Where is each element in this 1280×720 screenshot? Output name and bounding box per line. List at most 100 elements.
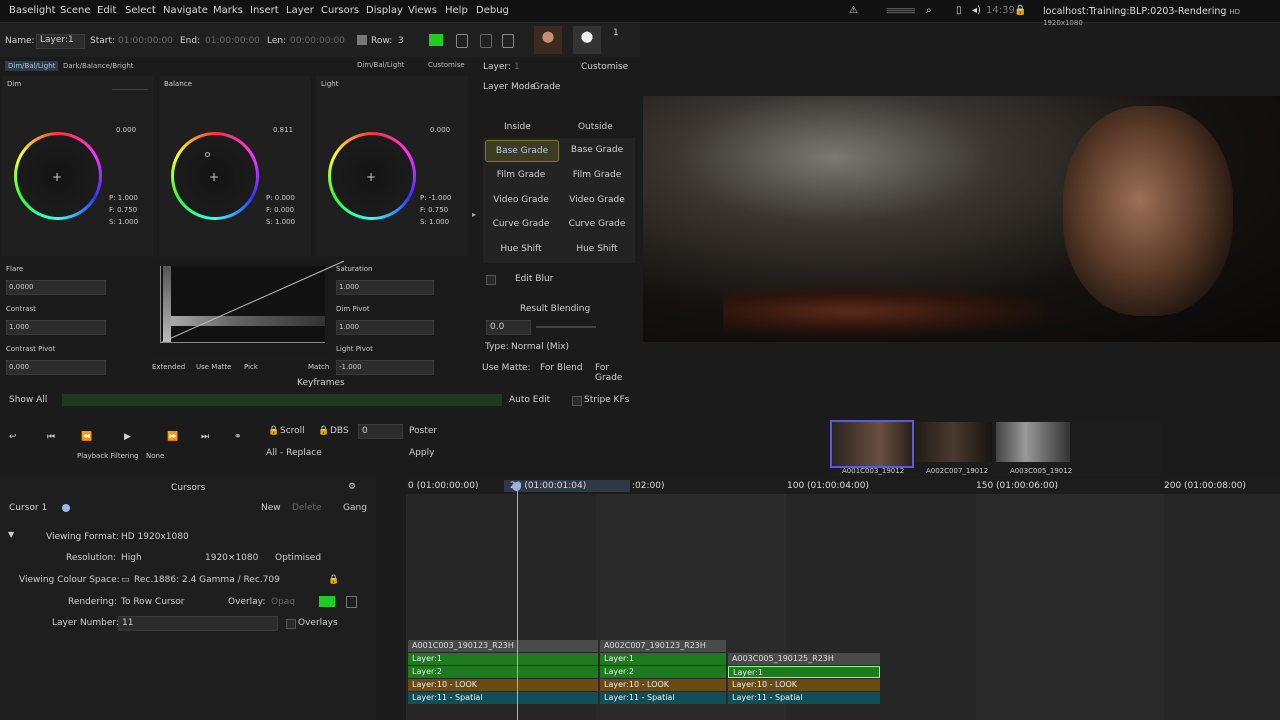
auto-edit-button[interactable]: Auto Edit: [509, 395, 550, 405]
menu-baselight[interactable]: Baselight: [9, 5, 56, 16]
shot-3-header[interactable]: A003C005_190125_R23H: [728, 653, 880, 665]
menu-scene[interactable]: Scene: [60, 5, 91, 16]
row-field[interactable]: 3: [398, 36, 404, 46]
new-cursor-button[interactable]: New: [261, 503, 281, 513]
last-frame-icon[interactable]: ⏭: [201, 432, 209, 442]
blend-value-field[interactable]: 0.0: [486, 320, 531, 335]
playback-filtering-dropdown[interactable]: None: [146, 452, 164, 460]
shot-3-layer-11[interactable]: Layer:11 - Spatial: [728, 692, 880, 704]
menu-edit[interactable]: Edit: [97, 5, 116, 16]
layer-name-field[interactable]: Layer:1: [36, 34, 85, 49]
play-icon[interactable]: ▶: [124, 432, 131, 442]
overlay-lock-icon[interactable]: [346, 596, 357, 608]
flare-field[interactable]: 0.0000: [6, 280, 106, 295]
layer-number-field[interactable]: 11: [118, 616, 278, 631]
stripe-kfs-checkbox[interactable]: [572, 396, 582, 406]
dim-pivot-field[interactable]: 1.000: [336, 320, 434, 335]
shot-2-layer-1[interactable]: Layer:1: [600, 653, 726, 665]
end-field[interactable]: 01:00:00:00: [205, 36, 260, 46]
next-frame-icon[interactable]: ⏩: [167, 432, 178, 442]
shot-1-layer-2[interactable]: Layer:2: [408, 666, 598, 678]
overlay-colour-swatch[interactable]: [319, 596, 335, 607]
thumb-3[interactable]: [996, 422, 1070, 462]
playhead[interactable]: [517, 486, 518, 720]
viewing-format-dropdown[interactable]: HD 1920x1080: [121, 532, 189, 542]
customise-tab[interactable]: Customise: [425, 60, 468, 70]
first-frame-icon[interactable]: ⏮: [47, 432, 55, 442]
outside-video-grade[interactable]: Video Grade: [561, 190, 633, 210]
volume-icon[interactable]: ◂): [972, 5, 981, 16]
menu-cursors[interactable]: Cursors: [321, 5, 359, 16]
customise-button[interactable]: Customise: [581, 62, 628, 72]
menu-layer[interactable]: Layer: [286, 5, 314, 16]
for-grade-toggle[interactable]: For Grade: [595, 363, 638, 383]
thumb-1[interactable]: [830, 420, 914, 468]
shot-1-layer-10[interactable]: Layer:10 - LOOK: [408, 679, 598, 691]
hue-shift-button[interactable]: Hue Shift: [485, 239, 557, 259]
light-pivot-field[interactable]: -1.000: [336, 360, 434, 375]
pick-button[interactable]: Pick: [244, 363, 258, 371]
shot-2-layer-10[interactable]: Layer:10 - LOOK: [600, 679, 726, 691]
colour-wheel-balance[interactable]: +: [171, 132, 259, 220]
tab-dark-balance-bright[interactable]: Dark/Balance/Bright: [60, 61, 137, 71]
use-matte-toggle[interactable]: Use Matte: [196, 363, 231, 371]
shot-1-layer-11[interactable]: Layer:11 - Spatial: [408, 692, 598, 704]
base-grade-button[interactable]: Base Grade: [485, 140, 559, 162]
delete-cursor-button[interactable]: Delete: [292, 503, 322, 513]
outside-base-grade[interactable]: Base Grade: [561, 140, 633, 160]
expand-arrow-icon[interactable]: ▸: [472, 210, 476, 219]
outside-curve-grade[interactable]: Curve Grade: [561, 214, 633, 234]
poster-dropdown[interactable]: Poster: [409, 426, 437, 436]
layer-colour-swatch[interactable]: [429, 34, 443, 46]
video-grade-button[interactable]: Video Grade: [485, 190, 557, 210]
layer-mode-dropdown[interactable]: Grade: [533, 82, 560, 92]
menu-navigate[interactable]: Navigate: [163, 5, 208, 16]
resolution-dropdown[interactable]: High: [121, 553, 142, 563]
curve-grade-button[interactable]: Curve Grade: [485, 214, 557, 234]
gear-icon[interactable]: ⚙: [348, 482, 356, 492]
dbs-value-field[interactable]: 0: [358, 424, 403, 439]
viewer-image[interactable]: [643, 96, 1280, 342]
colour-wheel-dim[interactable]: +: [14, 132, 102, 220]
contrast-field[interactable]: 1.000: [6, 320, 106, 335]
dbs-toggle[interactable]: DBS: [330, 426, 349, 436]
resolution-size[interactable]: 1920×1080: [205, 553, 258, 563]
prev-frame-icon[interactable]: ⏪: [81, 432, 92, 442]
mask-avatar[interactable]: [573, 26, 601, 54]
start-field[interactable]: 01:00:00:00: [118, 36, 173, 46]
menu-debug[interactable]: Debug: [476, 5, 509, 16]
collapse-arrow-icon[interactable]: ▼: [8, 530, 14, 539]
optimised-dropdown[interactable]: Optimised: [275, 553, 321, 563]
show-all-dropdown[interactable]: Show All: [9, 395, 47, 405]
menu-display[interactable]: Display: [366, 5, 403, 16]
edit-blur-checkbox[interactable]: [486, 275, 496, 285]
shot-1-header[interactable]: A001C003_190123_R23H: [408, 640, 598, 652]
thumb-2[interactable]: [914, 422, 992, 462]
edit-blur-button[interactable]: Edit Blur: [515, 274, 553, 284]
colour-wheel-light[interactable]: +: [328, 132, 416, 220]
scroll-toggle[interactable]: Scroll: [280, 426, 305, 436]
colour-space-lock-icon[interactable]: 🔒: [328, 575, 339, 585]
shot-3-layer-1[interactable]: Layer:1: [728, 666, 880, 678]
shot-2-layer-11[interactable]: Layer:11 - Spatial: [600, 692, 726, 704]
apply-button[interactable]: Apply: [409, 448, 434, 458]
undo-icon[interactable]: ↩: [9, 432, 17, 442]
for-blend-toggle[interactable]: For Blend: [540, 363, 583, 373]
menu-marks[interactable]: Marks: [213, 5, 243, 16]
saturation-field[interactable]: 1.000: [336, 280, 434, 295]
shot-3-layer-10[interactable]: Layer:10 - LOOK: [728, 679, 880, 691]
menu-insert[interactable]: Insert: [250, 5, 279, 16]
reset-icon[interactable]: [502, 34, 514, 48]
cursor-dropdown[interactable]: Cursor 1: [9, 503, 47, 513]
len-field[interactable]: 00:00:00:00: [290, 36, 345, 46]
copy-icon[interactable]: [456, 34, 468, 48]
warning-icon[interactable]: ⚠: [849, 5, 858, 16]
colour-space-dropdown[interactable]: Rec.1886: 2.4 Gamma / Rec.709: [134, 575, 280, 585]
overlays-checkbox[interactable]: [286, 619, 296, 629]
blend-slider[interactable]: [536, 326, 596, 328]
contrast-pivot-field[interactable]: 0.000: [6, 360, 106, 375]
menu-views[interactable]: Views: [408, 5, 437, 16]
histogram[interactable]: [152, 260, 345, 358]
film-grade-button[interactable]: Film Grade: [485, 165, 557, 185]
search-icon[interactable]: ⌕: [926, 5, 932, 16]
